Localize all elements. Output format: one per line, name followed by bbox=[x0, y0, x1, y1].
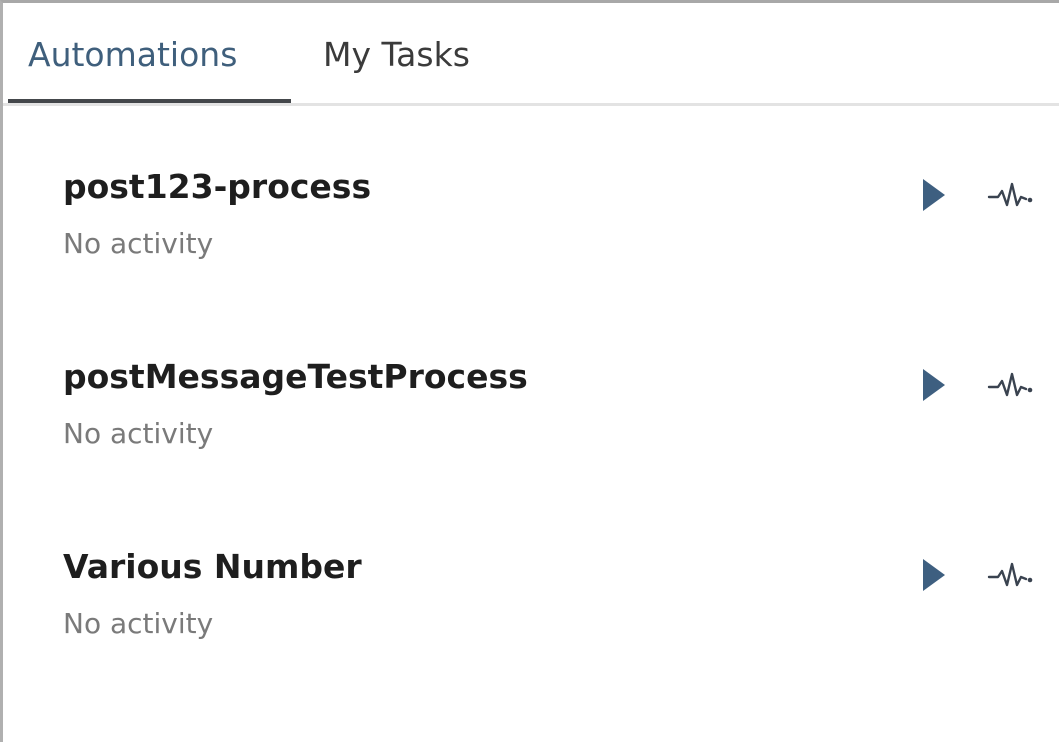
automation-status: No activity bbox=[63, 607, 214, 640]
run-button[interactable] bbox=[915, 173, 951, 217]
automation-status: No activity bbox=[63, 417, 214, 450]
automation-name[interactable]: Various Number bbox=[63, 545, 362, 589]
activity-pulse-icon bbox=[987, 372, 1033, 397]
tab-bar: Automations My Tasks bbox=[3, 3, 1059, 106]
automation-name[interactable]: post123-process bbox=[63, 165, 371, 209]
activity-button[interactable] bbox=[985, 175, 1037, 215]
automation-name[interactable]: postMessageTestProcess bbox=[63, 355, 528, 399]
activity-button[interactable] bbox=[985, 365, 1037, 405]
run-button[interactable] bbox=[915, 363, 951, 407]
automation-row: Various Number No activity bbox=[3, 545, 1059, 665]
activity-pulse-icon bbox=[987, 182, 1033, 207]
tab-my-tasks[interactable]: My Tasks bbox=[323, 33, 470, 77]
activity-button[interactable] bbox=[985, 555, 1037, 595]
activity-pulse-icon bbox=[987, 562, 1033, 587]
active-tab-indicator bbox=[8, 99, 291, 103]
play-icon bbox=[923, 179, 945, 211]
tab-automations[interactable]: Automations bbox=[28, 33, 237, 77]
play-icon bbox=[923, 369, 945, 401]
automation-row: postMessageTestProcess No activity bbox=[3, 355, 1059, 475]
automation-row: post123-process No activity bbox=[3, 165, 1059, 285]
automation-status: No activity bbox=[63, 227, 214, 260]
play-icon bbox=[923, 559, 945, 591]
automations-panel: Automations My Tasks post123-process No … bbox=[0, 0, 1059, 742]
run-button[interactable] bbox=[915, 553, 951, 597]
